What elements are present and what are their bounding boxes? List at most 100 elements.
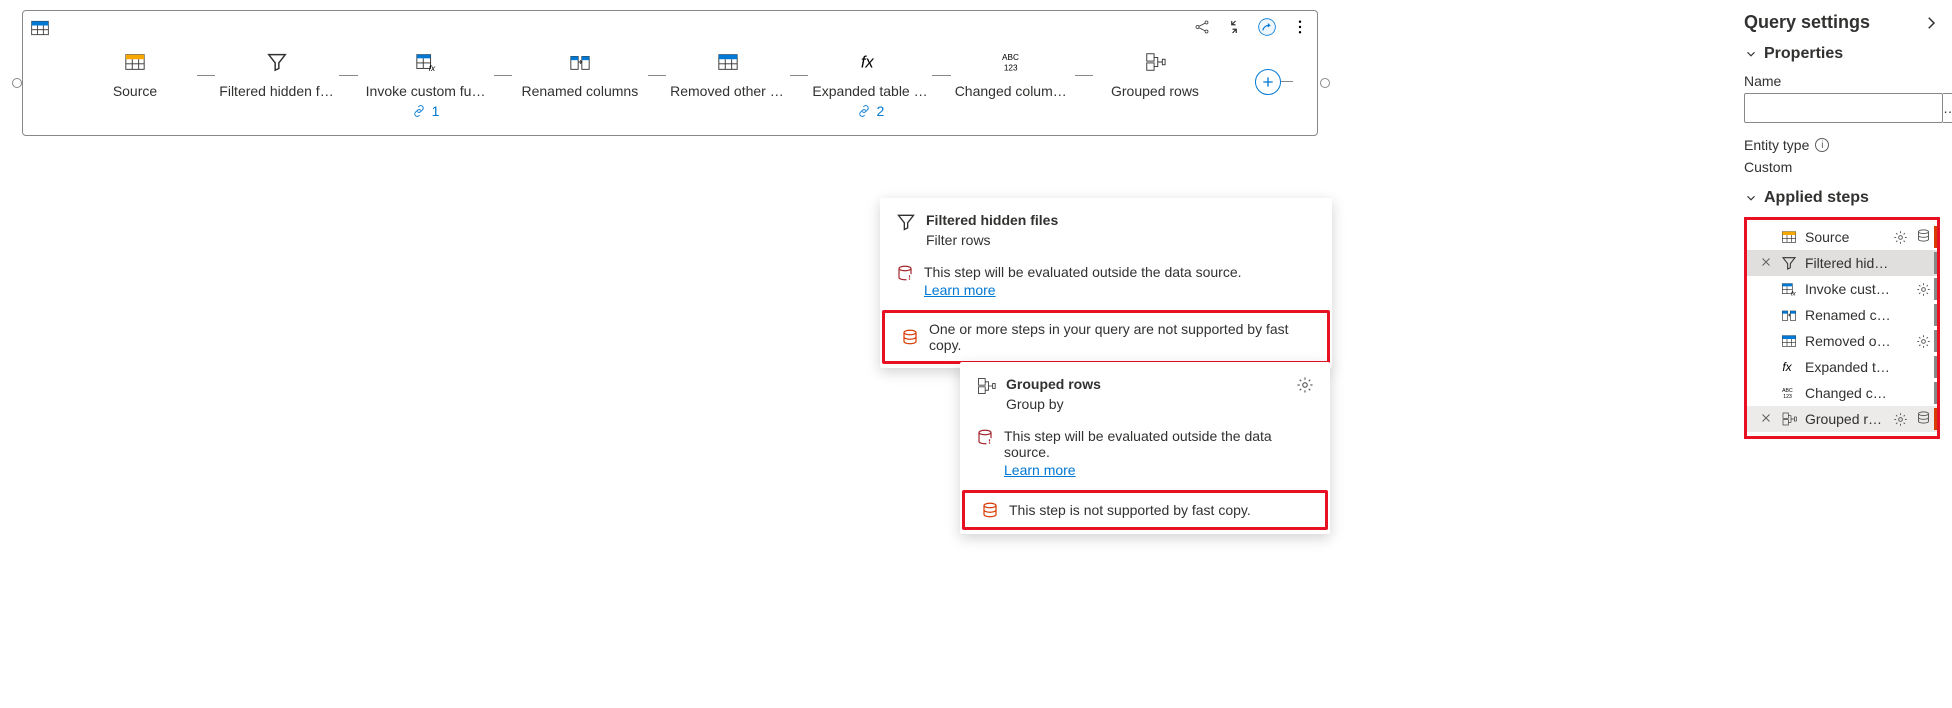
step-status-bar bbox=[1934, 382, 1937, 404]
query-diagram-area: Source Filtered hidden fi… Invoke custom f… bbox=[0, 6, 1340, 136]
entity-type-value: Custom bbox=[1744, 157, 1940, 183]
table-fx-icon bbox=[415, 47, 437, 77]
connector bbox=[494, 75, 512, 76]
tooltip-grouped-rows: Grouped rows Group by This step will be … bbox=[960, 362, 1330, 534]
diagram-step-label: Invoke custom fu… bbox=[362, 83, 490, 99]
panel-collapse-icon[interactable] bbox=[1922, 14, 1940, 32]
diagram-step[interactable]: Filtered hidden fi… bbox=[215, 47, 339, 99]
diagram-step[interactable]: Grouped rows bbox=[1093, 47, 1217, 99]
properties-label: Properties bbox=[1764, 45, 1843, 63]
diagram-step[interactable]: Changed column… bbox=[951, 47, 1075, 99]
diagram-step-label: Grouped rows bbox=[1107, 83, 1203, 99]
connector bbox=[1075, 75, 1093, 76]
datasource-warn-icon bbox=[896, 264, 914, 282]
applied-step-label: Removed o… bbox=[1805, 333, 1908, 349]
diagram-step[interactable]: Source bbox=[73, 47, 197, 99]
grouped-icon bbox=[1144, 47, 1166, 77]
rename-col-icon bbox=[569, 47, 591, 77]
step-status-bar bbox=[1934, 278, 1937, 300]
filter-icon bbox=[266, 47, 288, 77]
tooltip2-subtitle: Group by bbox=[1006, 396, 1101, 412]
rename-col-icon bbox=[1781, 307, 1797, 323]
tail-line bbox=[1279, 81, 1293, 82]
diagram-step-label: Source bbox=[109, 83, 161, 99]
step-settings-icon[interactable] bbox=[1893, 412, 1908, 427]
tooltip2-fastcopy-text: This step is not supported by fast copy. bbox=[1009, 502, 1251, 518]
caret-down-icon bbox=[1744, 191, 1758, 205]
fastcopy-warn-icon bbox=[981, 501, 999, 519]
filter-icon bbox=[896, 212, 916, 232]
step-link-badge[interactable]: 2 bbox=[857, 103, 885, 119]
diagram-anchor-left bbox=[12, 78, 22, 88]
datasource-warn-icon bbox=[976, 428, 994, 446]
grouped-icon bbox=[1781, 411, 1797, 427]
diagram-step[interactable]: Renamed columns bbox=[512, 47, 648, 99]
step-status-bar bbox=[1934, 226, 1937, 248]
remove-step-icon[interactable] bbox=[1759, 411, 1773, 427]
diagram-anchor-right bbox=[1320, 78, 1330, 88]
tooltip2-gear-icon[interactable] bbox=[1296, 376, 1314, 394]
query-settings-panel: Query settings Properties Name … Entity … bbox=[1732, 0, 1952, 439]
abc123-icon bbox=[1781, 385, 1797, 401]
applied-step-row[interactable]: Renamed c… bbox=[1747, 302, 1937, 328]
step-settings-icon[interactable] bbox=[1893, 230, 1908, 245]
connector bbox=[197, 75, 215, 76]
info-icon[interactable]: i bbox=[1815, 138, 1829, 152]
filter-icon bbox=[1781, 255, 1797, 271]
table-orange-icon bbox=[124, 47, 146, 77]
add-step-button[interactable] bbox=[1255, 69, 1281, 95]
collapse-icon[interactable] bbox=[1225, 18, 1243, 36]
step-link-badge[interactable]: 1 bbox=[412, 103, 440, 119]
diagram-step[interactable]: Expanded table c…2 bbox=[808, 47, 932, 119]
name-label: Name bbox=[1744, 69, 1940, 93]
steps-row: Source Filtered hidden fi… Invoke custom f… bbox=[73, 47, 1217, 119]
applied-steps-section-header[interactable]: Applied steps bbox=[1744, 183, 1940, 213]
table-fx-icon bbox=[1781, 281, 1797, 297]
applied-steps-label: Applied steps bbox=[1764, 189, 1869, 207]
applied-step-label: Grouped ro… bbox=[1805, 411, 1885, 427]
tooltip1-learn-more-link[interactable]: Learn more bbox=[924, 282, 1242, 298]
tooltip1-warn-text: This step will be evaluated outside the … bbox=[924, 264, 1242, 280]
applied-step-row[interactable]: Changed c… bbox=[1747, 380, 1937, 406]
step-status-bar bbox=[1934, 408, 1937, 430]
more-menu-icon[interactable] bbox=[1291, 18, 1309, 36]
applied-step-row[interactable]: Source bbox=[1747, 224, 1937, 250]
fastcopy-indicator-icon bbox=[1916, 410, 1931, 428]
table-blue-icon bbox=[1781, 333, 1797, 349]
diagram-step[interactable]: Removed other c… bbox=[666, 47, 790, 99]
name-input[interactable] bbox=[1744, 93, 1943, 123]
query-diagram-frame: Source Filtered hidden fi… Invoke custom f… bbox=[22, 10, 1318, 136]
applied-step-row[interactable]: Filtered hid… bbox=[1747, 250, 1937, 276]
diagram-step-label: Changed column… bbox=[951, 83, 1075, 99]
tooltip1-fastcopy-text: One or more steps in your query are not … bbox=[929, 321, 1311, 353]
refresh-icon[interactable] bbox=[1257, 17, 1277, 37]
applied-step-label: Changed c… bbox=[1805, 385, 1931, 401]
applied-step-row[interactable]: Invoke cust… bbox=[1747, 276, 1937, 302]
properties-section-header[interactable]: Properties bbox=[1744, 39, 1940, 69]
name-more-button[interactable]: … bbox=[1943, 93, 1952, 123]
tooltip2-warn-text: This step will be evaluated outside the … bbox=[1004, 428, 1314, 460]
tooltip-filtered-hidden-files: Filtered hidden files Filter rows This s… bbox=[880, 198, 1332, 368]
entity-type-label: Entity type bbox=[1744, 137, 1809, 153]
table-orange-icon bbox=[1781, 229, 1797, 245]
grouped-icon bbox=[976, 376, 996, 396]
tooltip2-title: Grouped rows bbox=[1006, 376, 1101, 392]
step-settings-icon[interactable] bbox=[1916, 282, 1931, 297]
diagram-toolbar bbox=[1193, 17, 1309, 37]
remove-step-icon[interactable] bbox=[1759, 255, 1773, 271]
diagram-step-label: Renamed columns bbox=[517, 83, 642, 99]
connector bbox=[790, 75, 808, 76]
query-table-icon bbox=[29, 17, 51, 39]
tooltip2-learn-more-link[interactable]: Learn more bbox=[1004, 462, 1314, 478]
share-icon[interactable] bbox=[1193, 18, 1211, 36]
applied-step-row[interactable]: Removed o… bbox=[1747, 328, 1937, 354]
applied-step-row[interactable]: Expanded t… bbox=[1747, 354, 1937, 380]
step-status-bar bbox=[1934, 330, 1937, 352]
abc123-icon bbox=[1000, 47, 1026, 77]
applied-step-label: Expanded t… bbox=[1805, 359, 1931, 375]
step-settings-icon[interactable] bbox=[1916, 334, 1931, 349]
fastcopy-indicator-icon bbox=[1916, 228, 1931, 246]
diagram-step[interactable]: Invoke custom fu… 1 bbox=[358, 47, 494, 119]
applied-step-row[interactable]: Grouped ro… bbox=[1747, 406, 1937, 432]
applied-steps-list: SourceFiltered hid…Invoke cust…Renamed c… bbox=[1744, 217, 1940, 439]
